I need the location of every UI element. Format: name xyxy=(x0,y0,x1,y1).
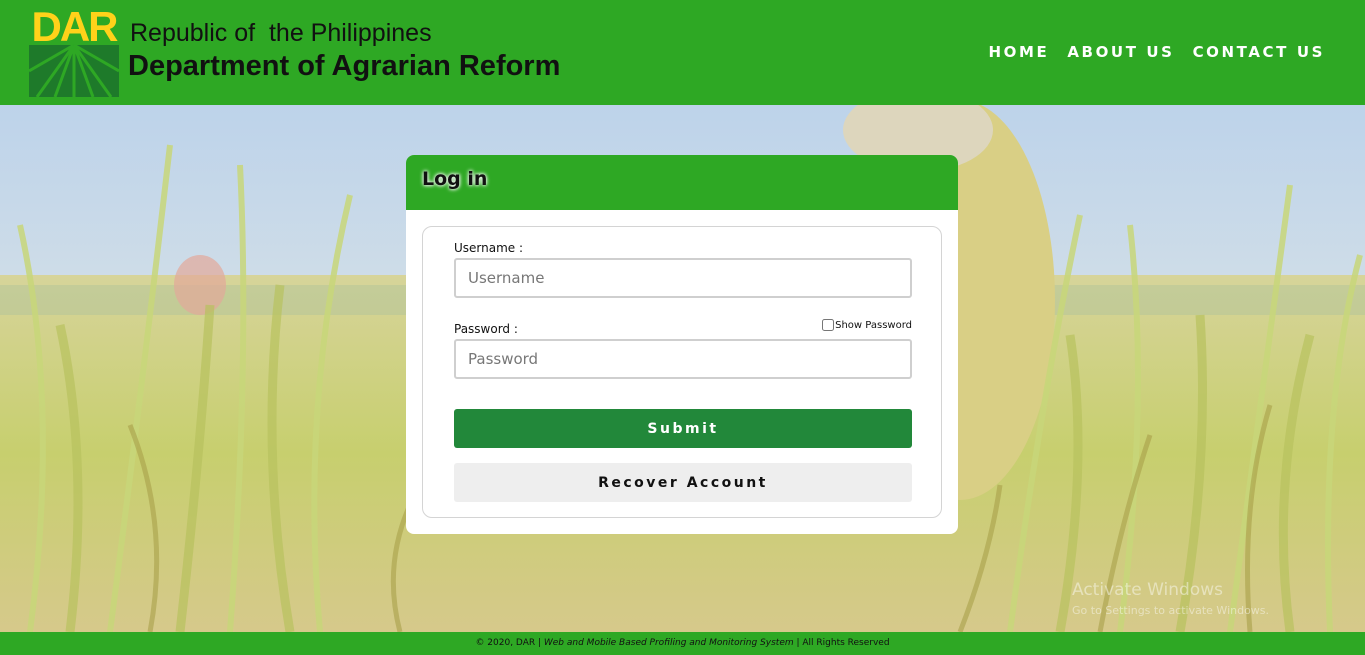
password-label: Password : xyxy=(454,322,518,336)
show-password-toggle[interactable]: Show Password xyxy=(822,319,912,331)
footer-copyright: © 2020, DAR | xyxy=(475,638,544,648)
show-password-label: Show Password xyxy=(835,319,912,331)
login-card-header: Log in xyxy=(406,155,958,210)
watermark-subtitle: Go to Settings to activate Windows. xyxy=(1072,604,1270,617)
password-input[interactable] xyxy=(454,339,912,379)
username-label: Username : xyxy=(454,241,524,255)
login-form: Username : Password : Show Password Subm… xyxy=(422,226,942,518)
footer-rights: | All Rights Reserved xyxy=(793,638,890,648)
site-footer: © 2020, DAR | Web and Mobile Based Profi… xyxy=(0,632,1365,655)
department-title: Department of Agrarian Reform xyxy=(128,50,561,82)
login-title: Log in xyxy=(422,168,488,190)
site-header: DAR Republic of the Philippines Departme… xyxy=(0,0,1365,105)
nav-about-us[interactable]: ABOUT US xyxy=(1067,43,1174,61)
main-nav: HOME ABOUT US CONTACT US xyxy=(988,43,1325,61)
username-input[interactable] xyxy=(454,258,912,298)
show-password-checkbox[interactable] xyxy=(822,319,835,331)
activate-windows-watermark: Activate Windows Go to Settings to activ… xyxy=(1072,580,1269,617)
submit-button[interactable]: Submit xyxy=(454,409,912,448)
watermark-title: Activate Windows xyxy=(1072,580,1223,600)
dar-logo: DAR xyxy=(29,7,119,97)
recover-account-button[interactable]: Recover Account xyxy=(454,463,912,502)
footer-system-name: Web and Mobile Based Profiling and Monit… xyxy=(543,638,794,648)
republic-title: Republic of the Philippines xyxy=(130,19,432,47)
nav-contact-us[interactable]: CONTACT US xyxy=(1193,43,1325,61)
svg-text:DAR: DAR xyxy=(32,7,119,50)
nav-home[interactable]: HOME xyxy=(988,43,1049,61)
login-card: Log in Username : Password : Show Passwo… xyxy=(406,155,958,534)
